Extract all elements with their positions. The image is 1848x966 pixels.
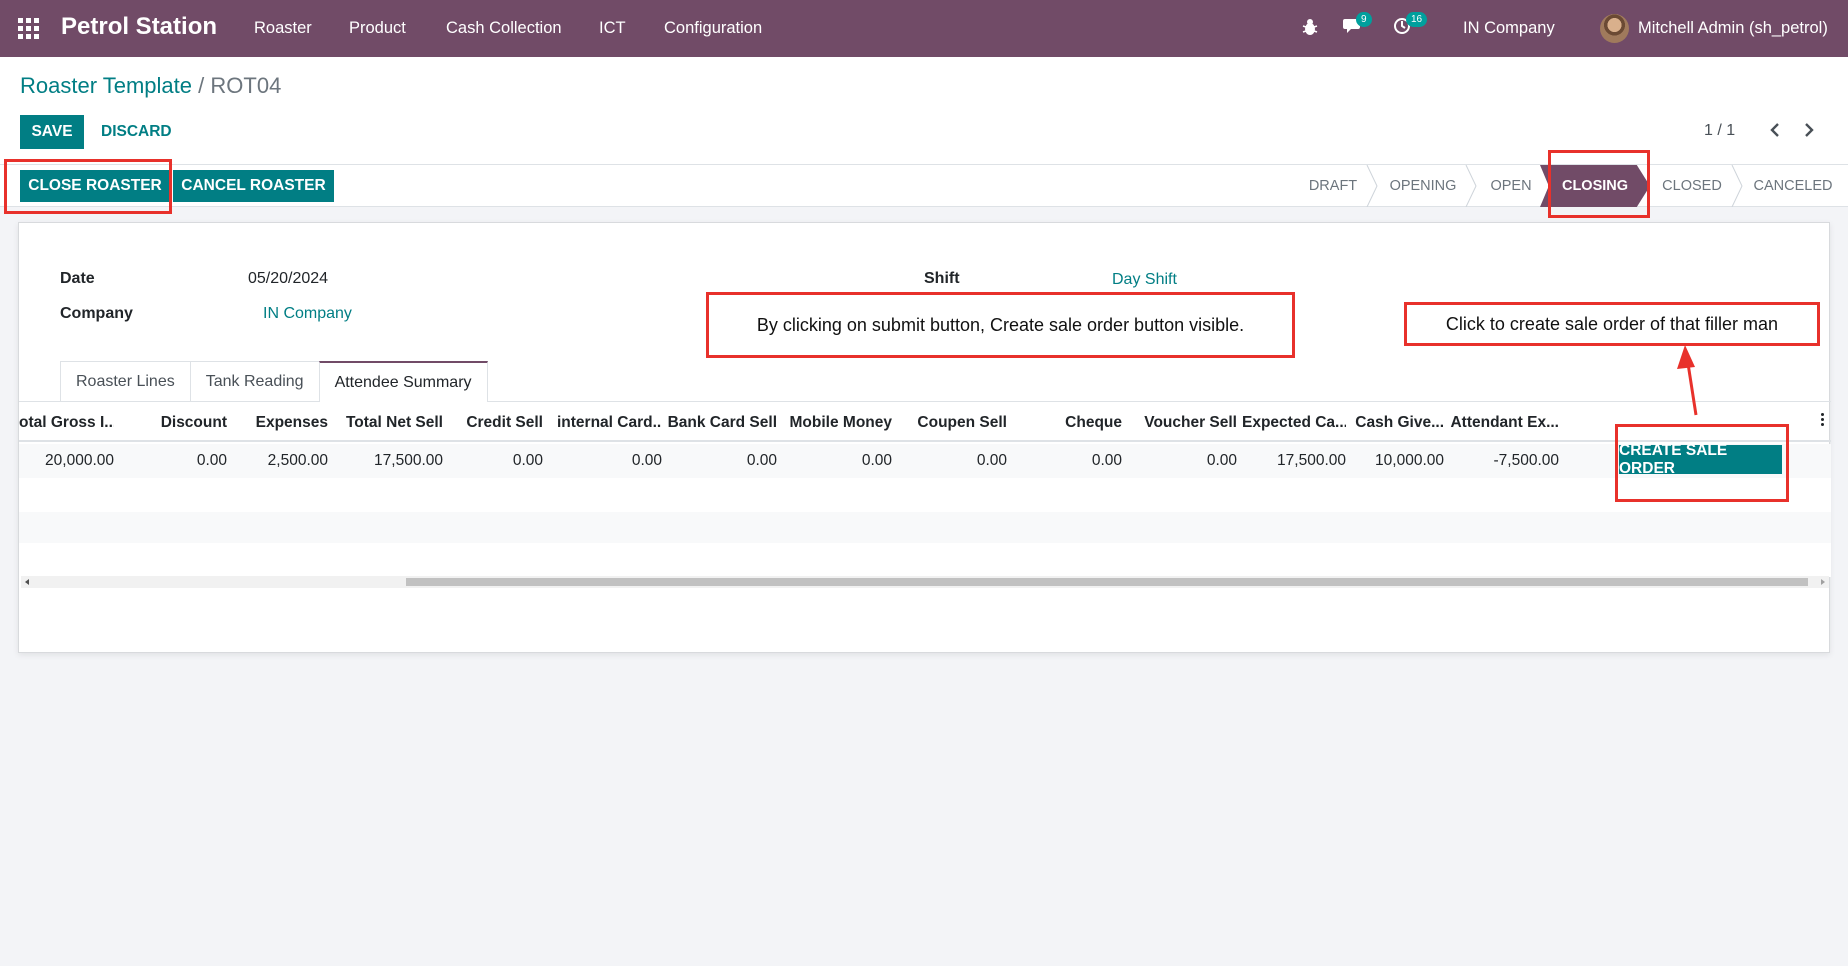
discard-button[interactable]: DISCARD	[101, 123, 172, 141]
tab-roaster-lines[interactable]: Roaster Lines	[60, 361, 191, 401]
horizontal-scrollbar[interactable]	[21, 576, 1829, 588]
cell-internal-card: 0.00	[631, 452, 662, 469]
messages-badge: 9	[1356, 12, 1372, 27]
form-sheet: Date 05/20/2024 Company IN Company Shift…	[18, 222, 1831, 653]
tabs-divider	[19, 401, 1831, 402]
menu-configuration[interactable]: Configuration	[664, 19, 762, 38]
messages-icon[interactable]: 9	[1343, 12, 1372, 39]
menu-roaster[interactable]: Roaster	[254, 19, 312, 38]
debug-bug-icon[interactable]	[1301, 17, 1325, 39]
col-expected-cash[interactable]: Expected Ca...	[1242, 414, 1346, 432]
cell-mobile-money: 0.00	[861, 452, 892, 469]
apps-menu-icon[interactable]	[18, 18, 42, 39]
annotation-highlight-closing-status	[1548, 150, 1650, 218]
cell-coupen-sell: 0.00	[976, 452, 1007, 469]
date-label: Date	[60, 270, 95, 287]
cancel-roaster-button[interactable]: CANCEL ROASTER	[173, 170, 334, 202]
tab-tank-reading[interactable]: Tank Reading	[189, 361, 320, 401]
scrollbar-thumb[interactable]	[406, 578, 1808, 586]
status-separator-icon	[1366, 165, 1378, 207]
user-avatar[interactable]	[1600, 14, 1629, 43]
activities-badge: 16	[1406, 12, 1428, 27]
col-total-net-sell[interactable]: Total Net Sell	[334, 414, 443, 432]
menu-product[interactable]: Product	[349, 19, 406, 38]
user-menu[interactable]: Mitchell Admin (sh_petrol)	[1638, 19, 1828, 38]
scroll-left-icon[interactable]	[23, 578, 31, 586]
annotation-arrow-icon	[1677, 345, 1698, 416]
status-separator-icon	[1731, 165, 1743, 207]
cell-cash-given: 10,000.00	[1375, 452, 1444, 469]
save-button[interactable]: SAVE	[20, 115, 84, 149]
breadcrumb-parent[interactable]: Roaster Template	[20, 73, 192, 98]
col-credit-sell[interactable]: Credit Sell	[449, 414, 543, 432]
col-cash-given[interactable]: Cash Give...	[1352, 414, 1444, 432]
annotation-highlight-create-sale-order	[1615, 424, 1789, 502]
status-closed[interactable]: CLOSED	[1652, 165, 1732, 207]
menu-cash-collection[interactable]: Cash Collection	[446, 19, 562, 38]
col-bank-card-sell[interactable]: Bank Card Sell	[667, 414, 777, 432]
pager-previous-icon[interactable]	[1766, 121, 1784, 139]
shift-field[interactable]: Day Shift	[1112, 271, 1177, 289]
breadcrumb: Roaster Template / ROT04	[20, 73, 281, 99]
cell-expenses: 2,500.00	[267, 452, 328, 469]
col-expenses[interactable]: Expenses	[234, 414, 328, 432]
tab-attendee-summary[interactable]: Attendee Summary	[318, 361, 488, 402]
status-opening[interactable]: OPENING	[1380, 165, 1466, 207]
status-separator-icon	[1465, 165, 1477, 207]
cell-total-gross: 20,000.00	[45, 452, 114, 469]
control-panel: Roaster Template / ROT04 SAVE DISCARD 1 …	[0, 57, 1848, 165]
annotation-highlight-close-roaster	[4, 159, 172, 214]
col-attendant-excess[interactable]: Attendant Ex...	[1449, 414, 1559, 432]
menu-ict[interactable]: ICT	[599, 19, 626, 38]
col-voucher-sell[interactable]: Voucher Sell	[1127, 414, 1237, 432]
annotation-note-submit: By clicking on submit button, Create sal…	[706, 292, 1295, 358]
cell-discount: 0.00	[196, 452, 227, 469]
col-coupen-sell[interactable]: Coupen Sell	[897, 414, 1007, 432]
company-switcher[interactable]: IN Company	[1463, 19, 1555, 38]
cell-expected-cash: 17,500.00	[1277, 452, 1346, 469]
status-draft[interactable]: DRAFT	[1296, 165, 1370, 207]
col-internal-card[interactable]: internal Card...	[557, 414, 662, 432]
pager-value[interactable]: 1 / 1	[1704, 122, 1735, 140]
cell-bank-card-sell: 0.00	[746, 452, 777, 469]
cell-credit-sell: 0.00	[512, 452, 543, 469]
annotation-note-create-sale-order: Click to create sale order of that fille…	[1404, 302, 1820, 346]
table-row-empty	[19, 543, 1831, 577]
cell-cheque: 0.00	[1091, 452, 1122, 469]
table-header: otal Gross I... Discount Expenses Total …	[19, 405, 1831, 442]
col-mobile-money[interactable]: Mobile Money	[782, 414, 892, 432]
table-row[interactable]: 20,000.00 0.00 2,500.00 17,500.00 0.00 0…	[19, 444, 1831, 478]
table-row-empty	[19, 512, 1831, 546]
shift-label: Shift	[924, 270, 960, 287]
company-label: Company	[60, 305, 133, 322]
pager-next-icon[interactable]	[1800, 121, 1818, 139]
date-field[interactable]: 05/20/2024	[248, 270, 328, 288]
cell-total-net-sell: 17,500.00	[374, 452, 443, 469]
activities-clock-icon[interactable]: 16	[1393, 12, 1428, 39]
table-row-empty	[19, 478, 1831, 512]
breadcrumb-separator: /	[198, 73, 205, 98]
status-open[interactable]: OPEN	[1480, 165, 1542, 207]
col-cheque[interactable]: Cheque	[1012, 414, 1122, 432]
cell-attendant-excess: -7,500.00	[1493, 452, 1560, 469]
app-brand[interactable]: Petrol Station	[61, 13, 217, 41]
cell-voucher-sell: 0.00	[1206, 452, 1237, 469]
top-navbar: Petrol Station Roaster Product Cash Coll…	[0, 0, 1848, 57]
scroll-right-icon[interactable]	[1819, 578, 1827, 586]
company-field[interactable]: IN Company	[263, 305, 352, 323]
status-canceled[interactable]: CANCELED	[1746, 165, 1840, 207]
optional-columns-icon[interactable]	[1819, 413, 1825, 429]
breadcrumb-current: ROT04	[210, 73, 282, 98]
col-discount[interactable]: Discount	[129, 414, 227, 432]
notebook-tabs: Roaster Lines Tank Reading Attendee Summ…	[60, 361, 488, 402]
col-total-gross[interactable]: otal Gross I...	[19, 414, 114, 432]
